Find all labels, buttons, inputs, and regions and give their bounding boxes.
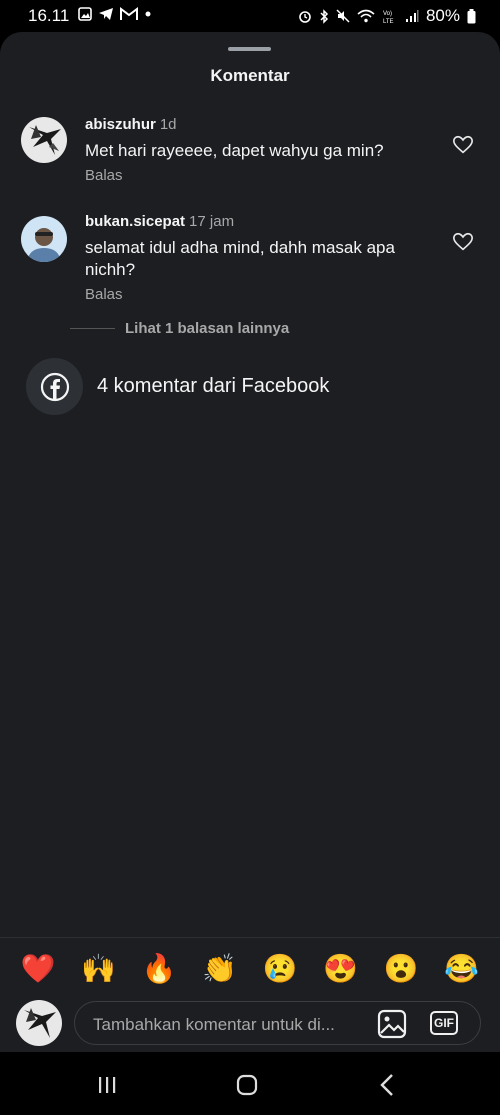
heart-icon[interactable] — [452, 134, 474, 156]
emoji-laughing[interactable]: 😂 — [442, 954, 482, 983]
emoji-clap[interactable]: 👏 — [200, 954, 240, 983]
drag-handle[interactable] — [228, 47, 271, 51]
emoji-raised-hands[interactable]: 🙌 — [79, 954, 119, 983]
comment-text: selamat idul adha mind, dahh masak apa n… — [85, 238, 395, 279]
svg-text:Vo): Vo) — [383, 11, 392, 17]
system-navigation-bar — [0, 1052, 500, 1115]
emoji-fire[interactable]: 🔥 — [139, 954, 179, 983]
heart-icon[interactable] — [452, 231, 474, 253]
volte-icon: Vo) LTE — [383, 11, 394, 24]
comments-sheet: Komentar abiszuhur 1d Met hari rayeeee, d… — [0, 32, 500, 1052]
telegram-icon — [99, 8, 113, 20]
mute-icon — [336, 9, 350, 23]
wifi-icon — [357, 9, 375, 23]
comment-time: 1d — [159, 116, 177, 133]
sheet-title: Komentar — [210, 66, 290, 85]
comment-username[interactable]: bukan.sicepat — [85, 213, 185, 230]
gif-icon[interactable]: GIF — [430, 1011, 458, 1035]
emoji-reaction-bar: ❤️ 🙌 🔥 👏 😢 😍 😮 😂 — [0, 937, 500, 999]
dot-icon — [145, 11, 151, 17]
comment-username[interactable]: abiszuhur — [85, 116, 156, 133]
battery-percentage: 80% — [425, 6, 460, 25]
comment-text: Met hari rayeeee, dapet wahyu ga min? — [85, 141, 384, 160]
emoji-heart-eyes[interactable]: 😍 — [321, 954, 361, 983]
recent-apps-icon[interactable] — [92, 1070, 122, 1100]
gmail-icon — [120, 7, 138, 20]
back-icon[interactable] — [373, 1070, 403, 1100]
status-bar: 16.11 Vo) LTE 80% — [0, 0, 500, 32]
gallery-icon — [78, 7, 92, 21]
view-more-replies[interactable]: Lihat 1 balasan lainnya — [70, 320, 289, 337]
view-more-replies-label: Lihat 1 balasan lainnya — [125, 320, 290, 337]
comment-time: 17 jam — [189, 213, 235, 230]
emoji-heart[interactable]: ❤️ — [18, 954, 58, 983]
comment-composer: Tambahkan komentar untuk di... GIF — [0, 1000, 500, 1052]
comment-item: bukan.sicepat 17 jam selamat idul adha mi… — [0, 213, 500, 313]
image-icon[interactable] — [377, 1009, 407, 1039]
divider — [70, 328, 115, 329]
home-icon[interactable] — [232, 1070, 262, 1100]
reply-button[interactable]: Balas — [85, 286, 123, 303]
bluetooth-icon — [320, 8, 329, 24]
emoji-surprised[interactable]: 😮 — [381, 954, 421, 983]
reply-button[interactable]: Balas — [85, 167, 123, 184]
avatar[interactable] — [21, 216, 67, 262]
status-time: 16.11 — [28, 6, 70, 25]
svg-text:LTE: LTE — [383, 19, 394, 24]
avatar — [16, 1000, 62, 1046]
comment-input[interactable]: Tambahkan komentar untuk di... GIF — [74, 1001, 481, 1045]
alarm-icon — [299, 11, 311, 23]
comment-item: abiszuhur 1d Met hari rayeeee, dapet wahy… — [0, 116, 500, 206]
avatar[interactable] — [21, 117, 67, 163]
facebook-icon — [40, 372, 69, 401]
comment-input-placeholder: Tambahkan komentar untuk di... — [93, 1015, 335, 1034]
facebook-comments-text: 4 komentar dari Facebook — [97, 375, 330, 397]
signal-icon — [405, 10, 419, 22]
emoji-crying[interactable]: 😢 — [260, 954, 300, 983]
facebook-comments-row[interactable]: 4 komentar dari Facebook — [26, 358, 329, 415]
battery-icon — [467, 8, 476, 23]
